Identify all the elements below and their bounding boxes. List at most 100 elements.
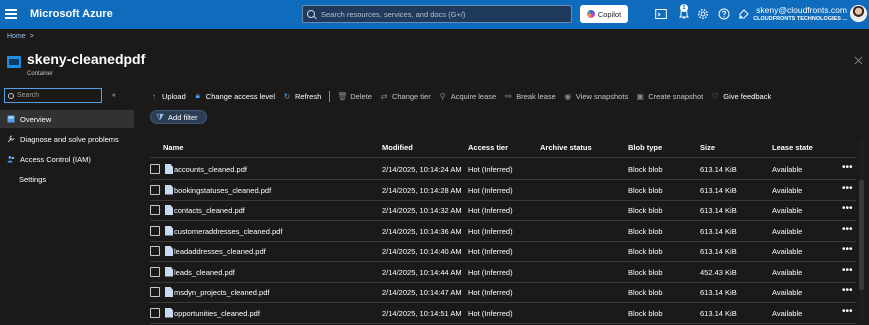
blob-name[interactable]: opportunities_cleaned.pdf (174, 309, 260, 318)
break-lease-button[interactable]: ⚯ Break lease (504, 92, 556, 101)
copilot-label: Copilot (597, 9, 622, 19)
break-lease-label: Break lease (516, 91, 556, 101)
lease-state-cell: Available (772, 226, 803, 236)
blob-name[interactable]: msdyn_projects_cleaned.pdf (174, 288, 269, 297)
table-row[interactable]: customeraddresses_cleaned.pdf 2/14/2025,… (150, 222, 856, 242)
command-bar: ↑ Upload 🔒︎ Change access level ↻ Refresh 🗑… (150, 90, 779, 102)
blob-type-cell: Block blob (628, 206, 663, 215)
table-row[interactable]: accounts_cleaned.pdf 2/14/2025, 10:14:24… (150, 160, 856, 180)
brand-title[interactable]: Microsoft Azure (30, 8, 113, 20)
create-snapshot-button[interactable]: ▣ Create snapshot (636, 92, 703, 101)
collapse-icon[interactable]: « (112, 92, 116, 99)
container-icon (7, 56, 21, 68)
ellipsis-icon[interactable]: ••• (842, 183, 853, 194)
row-checkbox[interactable] (150, 307, 160, 318)
top-bar: Microsoft Azure Copilot 1 skeny@cloudfro… (0, 0, 869, 29)
file-icon (165, 307, 173, 318)
close-icon[interactable] (854, 56, 864, 66)
blob-name[interactable]: leads_cleaned.pdf (174, 268, 235, 277)
ellipsis-icon[interactable]: ••• (842, 244, 853, 255)
row-checkbox[interactable] (150, 266, 160, 277)
table-row[interactable]: contacts_cleaned.pdf 2/14/2025, 10:14:32… (150, 201, 856, 221)
give-feedback-button[interactable]: ♡ Give feedback (711, 92, 772, 101)
change-tier-button[interactable]: ⇄ Change tier (380, 92, 431, 101)
sidebar-item-settings[interactable]: Settings (0, 170, 134, 188)
global-search[interactable] (302, 5, 572, 23)
sidebar-item-access-control[interactable]: Access Control (IAM) (0, 150, 134, 168)
refresh-button[interactable]: ↻ Refresh (283, 91, 322, 101)
copilot-button[interactable]: Copilot (580, 5, 628, 23)
account-info[interactable]: skeny@cloudfronts.com CLOUDFRONTS TECHNO… (753, 5, 847, 22)
account-org: CLOUDFRONTS TECHNOLOGIES ... (753, 16, 847, 22)
column-header-modified[interactable]: Modified (382, 143, 413, 152)
column-header-access-tier[interactable]: Access tier (468, 143, 508, 152)
feedback-icon[interactable] (737, 8, 750, 21)
account-email: skeny@cloudfronts.com (756, 5, 847, 15)
trash-icon: 🗑︎ (337, 91, 348, 101)
row-checkbox[interactable] (150, 164, 160, 174)
size-cell: 613.14 KiB (700, 185, 737, 195)
access-tier-cell: Hot (Inferred) (468, 206, 513, 215)
access-tier-cell: Hot (Inferred) (468, 247, 513, 256)
table-row[interactable]: opportunities_cleaned.pdf 2/14/2025, 10:… (150, 304, 856, 324)
ellipsis-icon[interactable]: ••• (842, 224, 853, 235)
global-search-input[interactable] (321, 9, 561, 19)
gear-icon[interactable] (696, 8, 709, 21)
upload-button[interactable]: ↑ Upload (150, 92, 186, 101)
modified-cell: 2/14/2025, 10:14:28 AM (382, 185, 462, 195)
blob-type-cell: Block blob (628, 288, 663, 297)
table-scrollbar[interactable] (859, 140, 864, 320)
chevron-right-icon: > (29, 33, 34, 40)
change-tier-label: Change tier (391, 91, 431, 101)
help-icon[interactable] (717, 8, 730, 21)
sidebar-search[interactable] (4, 88, 102, 103)
ellipsis-icon[interactable]: ••• (842, 265, 853, 276)
ellipsis-icon[interactable]: ••• (842, 203, 853, 214)
ellipsis-icon[interactable]: ••• (842, 162, 853, 173)
wrench-icon (7, 135, 15, 143)
column-header-archive-status[interactable]: Archive status (540, 143, 592, 152)
refresh-icon: ↻ (283, 91, 291, 101)
sidebar-item-overview[interactable]: Overview (0, 110, 134, 128)
row-checkbox[interactable] (150, 287, 160, 297)
scrollbar-thumb[interactable] (859, 180, 864, 290)
column-header-name[interactable]: Name (163, 143, 183, 152)
create-snapshot-label: Create snapshot (648, 91, 704, 101)
blob-name[interactable]: contacts_cleaned.pdf (174, 206, 245, 215)
row-checkbox[interactable] (150, 225, 160, 236)
hamburger-icon[interactable] (5, 9, 17, 19)
delete-button[interactable]: 🗑︎ Delete (337, 91, 372, 101)
page-subtitle: Container (27, 71, 54, 77)
change-access-level-button[interactable]: 🔒︎ Change access level (194, 91, 275, 101)
ellipsis-icon[interactable]: ••• (842, 306, 853, 317)
page-title: skeny-cleanedpdf (27, 51, 146, 67)
column-header-size[interactable]: Size (700, 143, 715, 152)
filter-icon: ⧩ (156, 111, 165, 122)
table-row[interactable]: msdyn_projects_cleaned.pdf 2/14/2025, 10… (150, 283, 856, 303)
cloud-shell-icon[interactable] (654, 8, 667, 21)
avatar[interactable] (850, 5, 867, 22)
access-tier-cell: Hot (Inferred) (468, 185, 513, 195)
sidebar-item-diagnose[interactable]: Diagnose and solve problems (0, 130, 134, 148)
column-header-blob-type[interactable]: Blob type (628, 143, 662, 152)
row-checkbox[interactable] (150, 184, 160, 195)
row-checkbox[interactable] (150, 205, 160, 215)
delete-label: Delete (350, 91, 372, 101)
add-filter-button[interactable]: ⧩ Add filter (150, 110, 207, 124)
blob-name[interactable]: leadaddresses_cleaned.pdf (174, 247, 266, 256)
table-row[interactable]: leads_cleaned.pdf 2/14/2025, 10:14:44 AM… (150, 263, 856, 283)
blob-name[interactable]: accounts_cleaned.pdf (174, 165, 247, 174)
view-snapshots-button[interactable]: ◉ View snapshots (564, 92, 628, 101)
sidebar-search-input[interactable] (17, 92, 87, 99)
column-header-lease-state[interactable]: Lease state (772, 143, 813, 152)
blob-name[interactable]: bookingstatuses_cleaned.pdf (174, 186, 271, 195)
blob-name[interactable]: customeraddresses_cleaned.pdf (174, 227, 282, 236)
modified-cell: 2/14/2025, 10:14:24 AM (382, 165, 462, 174)
access-tier-cell: Hot (Inferred) (468, 267, 513, 277)
table-row[interactable]: bookingstatuses_cleaned.pdf 2/14/2025, 1… (150, 181, 856, 201)
breadcrumb-home[interactable]: Home (7, 33, 26, 40)
table-row[interactable]: leadaddresses_cleaned.pdf 2/14/2025, 10:… (150, 242, 856, 262)
ellipsis-icon[interactable]: ••• (842, 285, 853, 296)
acquire-lease-button[interactable]: ⚲ Acquire lease (439, 92, 496, 101)
row-checkbox[interactable] (150, 246, 160, 256)
